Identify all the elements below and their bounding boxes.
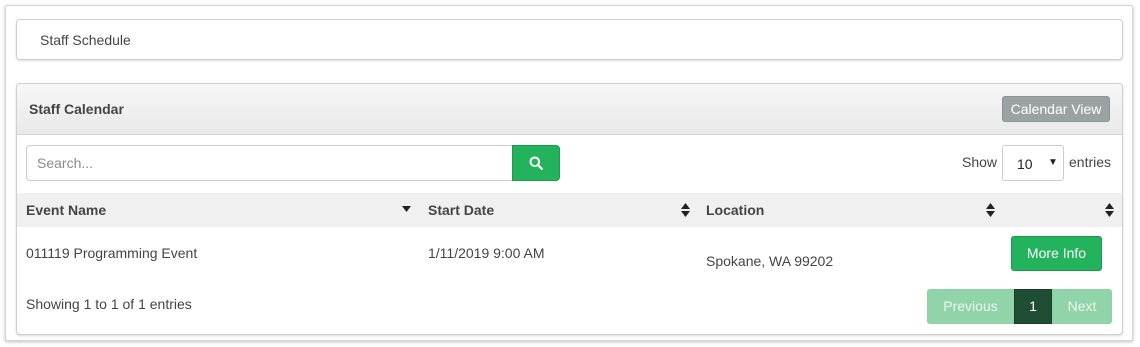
search-icon bbox=[529, 156, 543, 170]
panel-header: Staff Calendar Calendar View bbox=[17, 84, 1122, 135]
entries-label: entries bbox=[1069, 154, 1112, 170]
search-button[interactable] bbox=[512, 145, 560, 181]
panel-title: Staff Calendar bbox=[29, 101, 124, 117]
staff-calendar-panel: Staff Calendar Calendar View Show 10 ▼ e… bbox=[16, 83, 1123, 335]
chevron-down-icon: ▼ bbox=[1048, 157, 1058, 168]
page-1-button[interactable]: 1 bbox=[1014, 289, 1052, 324]
sort-both-icon[interactable] bbox=[986, 203, 995, 217]
entries-per-page-select[interactable]: 10 ▼ bbox=[1002, 145, 1064, 181]
cell-event-name: 011119 Programming Event bbox=[26, 245, 198, 261]
show-label: Show bbox=[962, 154, 998, 170]
sort-desc-icon[interactable] bbox=[402, 206, 411, 212]
column-header-event-name[interactable]: Event Name bbox=[26, 202, 106, 218]
search-input[interactable] bbox=[26, 145, 513, 181]
sort-both-icon[interactable] bbox=[681, 203, 690, 217]
breadcrumb-label: Staff Schedule bbox=[40, 32, 131, 48]
entries-per-page-value: 10 bbox=[1017, 156, 1033, 172]
pagination: Previous 1 Next bbox=[927, 289, 1112, 324]
cell-location: Spokane, WA 99202 bbox=[706, 253, 834, 269]
cell-start-date: 1/11/2019 9:00 AM bbox=[428, 245, 545, 261]
previous-page-button[interactable]: Previous bbox=[927, 289, 1014, 324]
table-header: Event Name Start Date Location bbox=[17, 193, 1122, 227]
column-header-location[interactable]: Location bbox=[706, 202, 764, 218]
more-info-button[interactable]: More Info bbox=[1011, 236, 1102, 271]
next-page-button[interactable]: Next bbox=[1052, 289, 1112, 324]
column-header-start-date[interactable]: Start Date bbox=[428, 202, 494, 218]
table-info: Showing 1 to 1 of 1 entries bbox=[26, 296, 192, 312]
calendar-view-button[interactable]: Calendar View bbox=[1002, 96, 1110, 122]
breadcrumb: Staff Schedule bbox=[16, 19, 1123, 60]
sort-both-icon[interactable] bbox=[1105, 203, 1114, 217]
